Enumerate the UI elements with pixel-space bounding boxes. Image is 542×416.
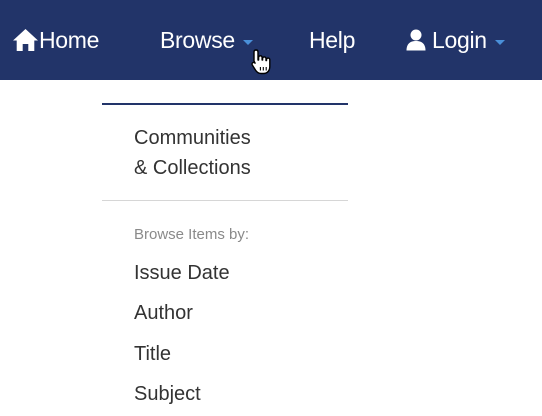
menu-divider xyxy=(102,200,348,201)
menu-item-issue-date[interactable]: Issue Date xyxy=(134,262,230,285)
nav-home-label: Home xyxy=(39,26,100,53)
menu-item-author[interactable]: Author xyxy=(134,302,193,325)
menu-item-label: Communities xyxy=(134,127,251,149)
browse-dropdown-menu: Communities & Collections Browse Items b… xyxy=(102,103,348,416)
menu-section-header: Browse Items by: xyxy=(134,226,250,243)
user-icon xyxy=(406,29,426,51)
menu-item-label: & Collections xyxy=(134,157,251,179)
home-icon xyxy=(12,28,39,52)
menu-item-communities-collections[interactable]: Communities & Collections xyxy=(134,123,251,183)
nav-help-label: Help xyxy=(309,26,356,53)
menu-item-subject[interactable]: Subject xyxy=(134,383,201,406)
caret-down-icon xyxy=(494,39,505,45)
menu-item-title[interactable]: Title xyxy=(134,343,171,366)
nav-help[interactable]: Help xyxy=(309,0,355,80)
caret-down-icon xyxy=(242,39,253,45)
pointer-cursor-icon xyxy=(250,48,274,81)
nav-home[interactable]: Home xyxy=(12,0,99,80)
nav-login-label: Login xyxy=(432,26,487,53)
nav-browse-label: Browse xyxy=(160,26,235,53)
nav-login[interactable]: Login xyxy=(406,0,505,80)
nav-browse[interactable]: Browse xyxy=(160,0,253,80)
